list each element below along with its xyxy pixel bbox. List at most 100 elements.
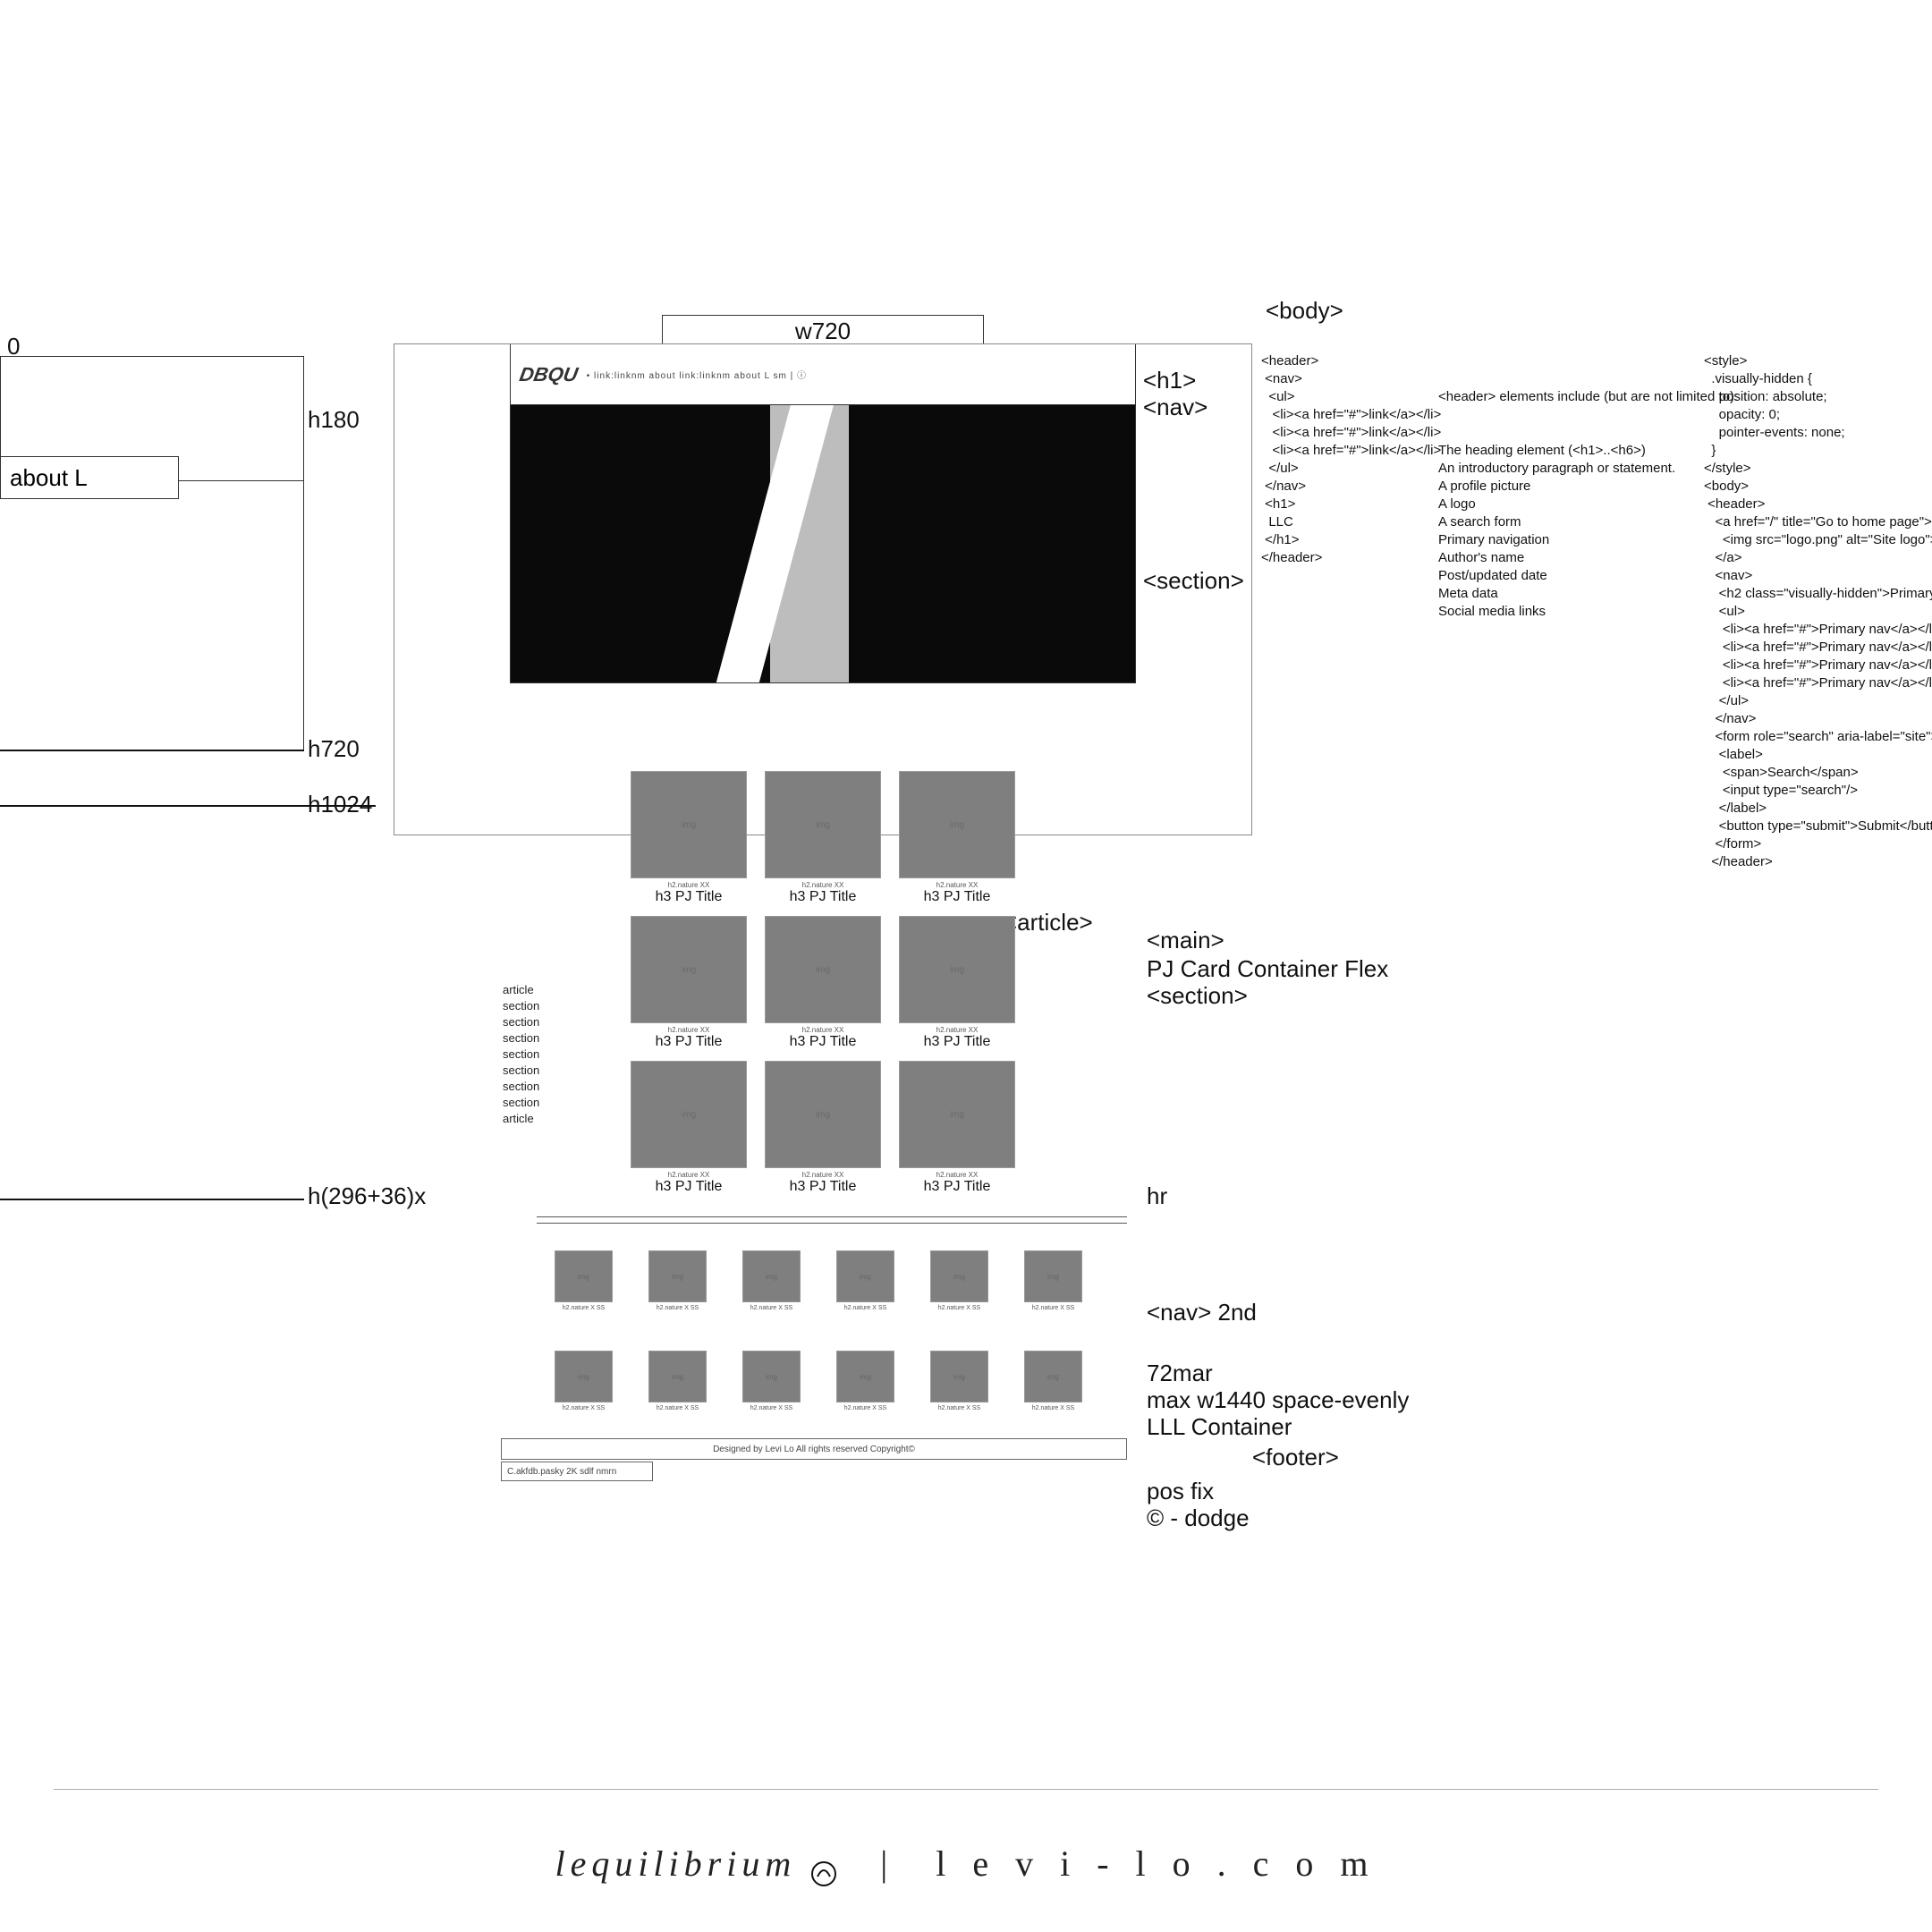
nav-mini[interactable]: img h2.nature X SS xyxy=(836,1351,894,1411)
pj-card[interactable]: imgh2.nature XXh3 PJ Title xyxy=(899,771,1015,905)
wf-header: DBQU • link:linknm about link:linknm abo… xyxy=(511,344,1135,405)
code-line: <li><a href="#">link</a></li> xyxy=(1261,424,1441,442)
code-line: <li><a href="#">Primary nav</a></li> xyxy=(1704,657,1932,674)
side-taglist: articlesectionsectionsectionsectionsecti… xyxy=(503,982,539,1127)
mini-caption: h2.nature X SS xyxy=(930,1305,988,1311)
code-line: </header> xyxy=(1704,853,1932,871)
nav-mini[interactable]: imgh2.nature X SS xyxy=(742,1250,801,1311)
note-posfix: pos fix xyxy=(1147,1478,1214,1505)
pj-card[interactable]: imgh2.nature XXh3 PJ Title xyxy=(631,916,747,1050)
nav-mini[interactable]: img h2.nature X SS xyxy=(1024,1250,1082,1311)
nav-mini[interactable]: imgh2.nature X SS xyxy=(1024,1351,1082,1411)
mini-caption: h2.nature X SS xyxy=(555,1405,613,1411)
tag-h1: <h1> xyxy=(1143,367,1196,394)
brand-right: l e v i - l o . c o m xyxy=(936,1843,1377,1884)
mini-caption: h2.nature X SS xyxy=(836,1405,894,1411)
mini-thumb: img xyxy=(836,1351,894,1402)
nav-mini[interactable]: img h2.nature X SS xyxy=(555,1351,613,1411)
mini-caption: h2.nature X SS xyxy=(1024,1305,1082,1311)
code-line: </ul> xyxy=(1261,460,1441,478)
sidelist-item: section xyxy=(503,1079,539,1095)
code-line: <ul> xyxy=(1261,388,1441,406)
code-line: <h1> xyxy=(1261,496,1441,513)
brand-logo-icon xyxy=(810,1854,837,1881)
pj-card[interactable]: imgh2.nature XXh3 PJ Title xyxy=(765,916,881,1050)
card-subtitle: h2.nature XX xyxy=(765,1026,881,1034)
code-line: The heading element (<h1>..<h6>) xyxy=(1438,442,1724,460)
footer-left-text: C.akfdb.pasky 2K sdlf nmrn xyxy=(507,1467,616,1477)
card-subtitle: h2.nature XX xyxy=(899,1026,1015,1034)
card-thumb: img xyxy=(899,1061,1015,1168)
tag-main: <main> xyxy=(1147,927,1224,954)
code-col-3: <style> .visually-hidden { position: abs… xyxy=(1704,352,1932,871)
code-line: LLC xyxy=(1261,513,1441,531)
code-line: <header> xyxy=(1704,496,1932,513)
code-line: </nav> xyxy=(1704,710,1932,728)
code-line: Social media links xyxy=(1438,603,1724,621)
card-thumb: img xyxy=(631,1061,747,1168)
code-line: <li><a href="#">Primary nav</a></li> xyxy=(1704,674,1932,692)
mini-thumb: img xyxy=(1024,1250,1082,1302)
tag-body: <body> xyxy=(1266,297,1343,325)
pj-card[interactable]: imgh2.nature XXh3 PJ Title xyxy=(631,771,747,905)
nav-mini[interactable]: imgh2.nature X SS xyxy=(930,1250,988,1311)
ruler-w720-box: w720 xyxy=(662,315,984,347)
wf-logo: DBQU xyxy=(518,363,580,386)
nav-mini[interactable]: imgh2.nature X SS xyxy=(836,1250,894,1311)
ruler-h720-line xyxy=(0,750,304,751)
card-thumb: img xyxy=(765,1061,881,1168)
mini-thumb: img xyxy=(836,1250,894,1302)
sidelist-item: article xyxy=(503,1111,539,1127)
mini-thumb: img xyxy=(648,1351,707,1402)
code-line: <button type="submit">Submit</button> xyxy=(1704,818,1932,835)
mini-thumb: img xyxy=(742,1250,801,1302)
card-subtitle: h2.nature XX xyxy=(631,1026,747,1034)
wireframe: DBQU • link:linknm about link:linknm abo… xyxy=(510,343,1136,683)
code-col-2: <header> elements include (but are not l… xyxy=(1438,352,1724,657)
code-line: Primary navigation xyxy=(1438,531,1724,549)
mini-thumb: img xyxy=(648,1250,707,1302)
code-line: pointer-events: none; xyxy=(1704,424,1932,442)
nav-mini[interactable]: imgh2.nature X SS xyxy=(648,1250,707,1311)
code-line: <li><a href="#">link</a></li> xyxy=(1261,442,1441,460)
card-title: h3 PJ Title xyxy=(899,1034,1015,1050)
pj-card[interactable]: imgh2.nature XXh3 PJ Title xyxy=(631,1061,747,1195)
card-thumb: img xyxy=(765,916,881,1023)
footer-center-text: Designed by Levi Lo All rights reserved … xyxy=(713,1445,915,1454)
code-line: A search form xyxy=(1438,513,1724,531)
nav-strip-2: img h2.nature X SS img h2.nature X SS img h2.… xyxy=(555,1351,1082,1411)
code-line: Post/updated date xyxy=(1438,567,1724,585)
code-line: <header> xyxy=(1261,352,1441,370)
nav-mini[interactable]: imgh2.nature X SS xyxy=(555,1250,613,1311)
mini-caption: h2.nature X SS xyxy=(1024,1405,1082,1411)
code-line: <nav> xyxy=(1704,567,1932,585)
nav-mini[interactable]: imgh2.nature X SS xyxy=(648,1351,707,1411)
mini-caption: h2.nature X SS xyxy=(555,1305,613,1311)
pj-card[interactable]: imgh2.nature XXh3 PJ Title xyxy=(899,1061,1015,1195)
code-line: </nav> xyxy=(1261,478,1441,496)
sidelist-item: article xyxy=(503,982,539,998)
brand-left: lequilibrium xyxy=(555,1843,796,1884)
note-lll: LLL Container xyxy=(1147,1413,1292,1441)
mini-thumb: img xyxy=(555,1351,613,1402)
tag-section: <section> xyxy=(1143,567,1244,595)
nav-mini[interactable]: imgh2.nature X SS xyxy=(742,1351,801,1411)
nav-mini[interactable]: imgh2.nature X SS xyxy=(930,1351,988,1411)
note-dodge: © - dodge xyxy=(1147,1504,1250,1532)
code-line: </ul> xyxy=(1704,692,1932,710)
hero-dark-right xyxy=(849,405,1135,682)
brand-divider xyxy=(54,1789,1878,1790)
sidelist-item: section xyxy=(503,1046,539,1063)
pj-card[interactable]: imgh2.nature XXh3 PJ Title xyxy=(765,771,881,905)
card-subtitle: h2.nature XX xyxy=(765,881,881,889)
pj-card[interactable]: imgh2.nature XXh3 PJ Title xyxy=(899,916,1015,1050)
wf-header-links: • link:linknm about link:linknm about L … xyxy=(587,368,807,381)
footer-bar-center: Designed by Levi Lo All rights reserved … xyxy=(501,1438,1127,1460)
ruler-w720: w720 xyxy=(795,318,851,345)
code-line: <nav> xyxy=(1261,370,1441,388)
brand-bar: lequilibrium | l e v i - l o . c o m xyxy=(0,1843,1932,1885)
code-line: </h1> xyxy=(1261,531,1441,549)
sidelist-item: section xyxy=(503,1030,539,1046)
pj-card[interactable]: imgh2.nature XXh3 PJ Title xyxy=(765,1061,881,1195)
note-pj-container: PJ Card Container Flex xyxy=(1147,955,1388,983)
